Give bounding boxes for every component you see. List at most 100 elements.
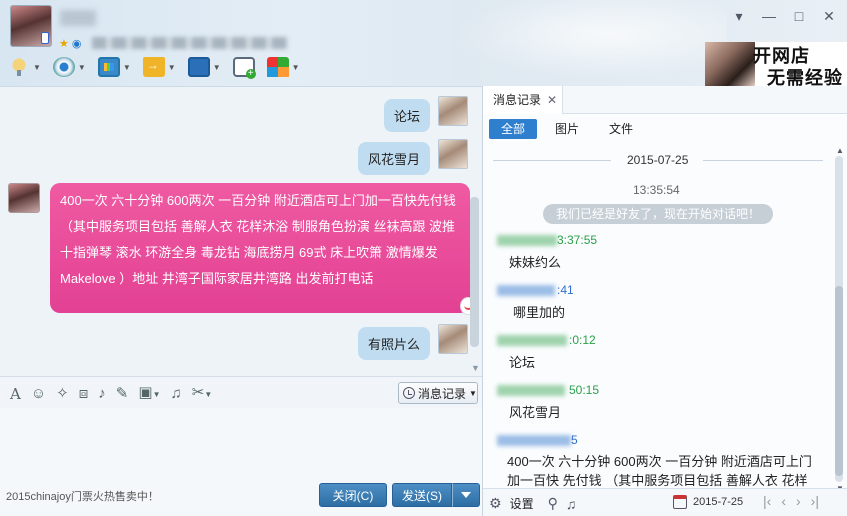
dropdown-icon[interactable]: ▾ [731,8,747,25]
close-button[interactable]: 关闭(C) [319,483,387,507]
chat-message: 400一次 六十分钟 600两次 一百分钟 附近酒店可上门加一百快先付钱 （其中… [8,183,476,315]
shake-window-icon[interactable]: ⧈ [79,384,89,404]
avatar[interactable] [438,139,468,169]
date-separator: 2015-07-25 [493,153,823,167]
search-icon[interactable]: ⚲ [548,495,558,512]
chevron-down-icon[interactable]: ▼ [78,63,86,72]
scroll-down-icon[interactable]: ▼ [471,363,480,373]
history-footer: ⚙ 设置 ⚲ ♫ 2015-7-25 |‹ ‹ › ›| [483,488,847,516]
voice-call-button[interactable]: ▼ [8,56,41,78]
gear-icon[interactable]: ⚙ [489,495,502,512]
chevron-down-icon: ▼ [469,388,477,398]
screen-share-icon [97,57,120,77]
avatar[interactable] [8,183,40,213]
new-chat-icon [232,57,256,79]
close-icon[interactable]: ✕ [821,8,837,25]
chevron-down-icon [461,492,471,498]
history-message: 妹妹约么 [509,255,562,270]
chevron-down-icon[interactable]: ▼ [123,63,131,72]
message-bubble[interactable]: 400一次 六十分钟 600两次 一百分钟 附近酒店可上门加一百快先付钱 （其中… [50,183,476,315]
chevron-down-icon[interactable]: ▼ [213,63,221,72]
message-text: 400一次 六十分钟 600两次 一百分钟 附近酒店可上门加一百快先付钱 （其中… [60,193,456,286]
message-bubble[interactable]: 有照片么 [357,327,430,360]
chat-toolbar: ▼ ▼ ▼ ▼ ▼ ▼ [8,56,300,79]
first-page-icon[interactable]: |‹ [763,493,771,509]
mic-icon [8,57,30,77]
input-tools: A ☺ ✧ ⧈ ♪ ✎ ▣▼ ♫ ✂▼ [10,383,212,405]
message-history-panel: 消息记录 ✕ 全部 图片 文件 2015-07-25 13:35:54 我们已经是… [482,86,847,516]
sender-name-blurred [497,335,567,346]
send-button[interactable]: 发送(S) [392,483,452,507]
history-list: 3:37:55 妹妹约么 :41 哪里加的 :0:12 论坛 50:15 风花雪… [483,230,835,509]
history-pagination: |‹ ‹ › ›| [763,493,819,509]
next-page-icon[interactable]: › [796,493,801,509]
filter-all[interactable]: 全部 [489,119,538,139]
screen-share-button[interactable]: ▼ [97,56,131,78]
remote-desktop-icon [187,57,210,77]
history-footer-tools: ⚙ 设置 ⚲ ♫ [489,495,576,512]
image-icon[interactable]: ▣▼ [138,383,160,405]
chevron-down-icon[interactable]: ▼ [33,63,41,72]
message-input[interactable]: 2015chinajoy门票火热售卖中！ 关闭(C) 发送(S) [0,408,482,516]
scroll-up-icon[interactable]: ▲ [836,146,844,155]
speaker-icon[interactable]: ♫ [566,496,577,512]
clock-icon [403,387,415,399]
magic-wand-icon[interactable]: ✧ [56,384,69,404]
font-icon[interactable]: A [10,384,21,404]
history-footer-date: 2015-7-25 [693,496,744,508]
history-date-picker[interactable]: 2015-7-25 [673,495,743,509]
star-icon: ★ [59,38,69,50]
contact-avatar[interactable] [10,5,52,47]
chevron-down-icon[interactable]: ▼ [168,63,176,72]
chevron-down-icon[interactable]: ▼ [292,63,300,72]
new-discussion-button[interactable] [232,56,256,79]
apps-button[interactable]: ▼ [266,56,300,78]
remote-desktop-button[interactable]: ▼ [187,56,221,78]
message-bubble[interactable]: 风花雪月 [357,142,430,175]
history-sender-line: :0:12 [497,333,835,347]
close-icon[interactable]: ✕ [547,93,557,107]
edit-icon[interactable]: ✎ [116,384,129,404]
filter-images[interactable]: 图片 [543,119,591,139]
last-page-icon[interactable]: ›| [811,493,819,509]
divider [703,160,823,161]
video-call-button[interactable]: ▼ [52,56,86,78]
sender-name-blurred [497,385,565,396]
divider [493,160,611,161]
maximize-icon[interactable]: □ [791,8,807,25]
tab-message-history[interactable]: 消息记录 ✕ [483,86,563,114]
sender-name-blurred [497,435,571,446]
avatar[interactable] [438,96,468,126]
screenshot-scissors-icon[interactable]: ✂▼ [192,383,213,405]
qq-icon: ◉ [71,38,82,50]
header-background-art [427,0,727,86]
message-record-button[interactable]: 消息记录 ▼ [398,382,478,404]
prev-page-icon[interactable]: ‹ [781,493,786,509]
calendar-icon[interactable] [673,495,687,509]
history-sender-line: 50:15 [497,383,835,397]
message-bubble[interactable]: 论坛 [383,99,430,132]
chat-header: ★ ◉ ▾ — □ ✕ ▼ ▼ ▼ ▼ ▼ ▼ 开网店 无需经验 [0,0,847,86]
contact-signature-blurred [92,37,288,49]
news-ticker[interactable]: 2015chinajoy门票火热售卖中！ [6,488,159,504]
send-options-button[interactable] [452,483,480,507]
emoji-icon[interactable]: ☺ [31,384,46,404]
ad-banner[interactable]: 开网店 无需经验 [705,42,847,86]
chat-message: 有照片么 [357,324,468,360]
minimize-icon[interactable]: — [761,8,777,25]
settings-label[interactable]: 设置 [510,495,534,512]
voice-message-icon[interactable]: ♪ [98,384,106,404]
chat-message-area[interactable]: 论坛 风花雪月 400一次 六十分钟 600两次 一百分钟 附近酒店可上门加一百… [0,86,482,376]
history-message: 论坛 [509,355,536,370]
scrollbar-thumb[interactable] [835,286,843,476]
file-transfer-button[interactable]: ▼ [142,56,176,78]
history-scrollbar[interactable] [835,156,843,482]
mobile-online-icon [41,32,49,44]
avatar[interactable] [438,324,468,354]
ad-image [705,42,755,86]
music-icon[interactable]: ♫ [170,384,181,404]
chat-scrollbar[interactable] [470,197,479,347]
history-sender-line: 5 [497,433,835,447]
filter-files[interactable]: 文件 [597,119,645,139]
window-controls: ▾ — □ ✕ [731,8,837,25]
